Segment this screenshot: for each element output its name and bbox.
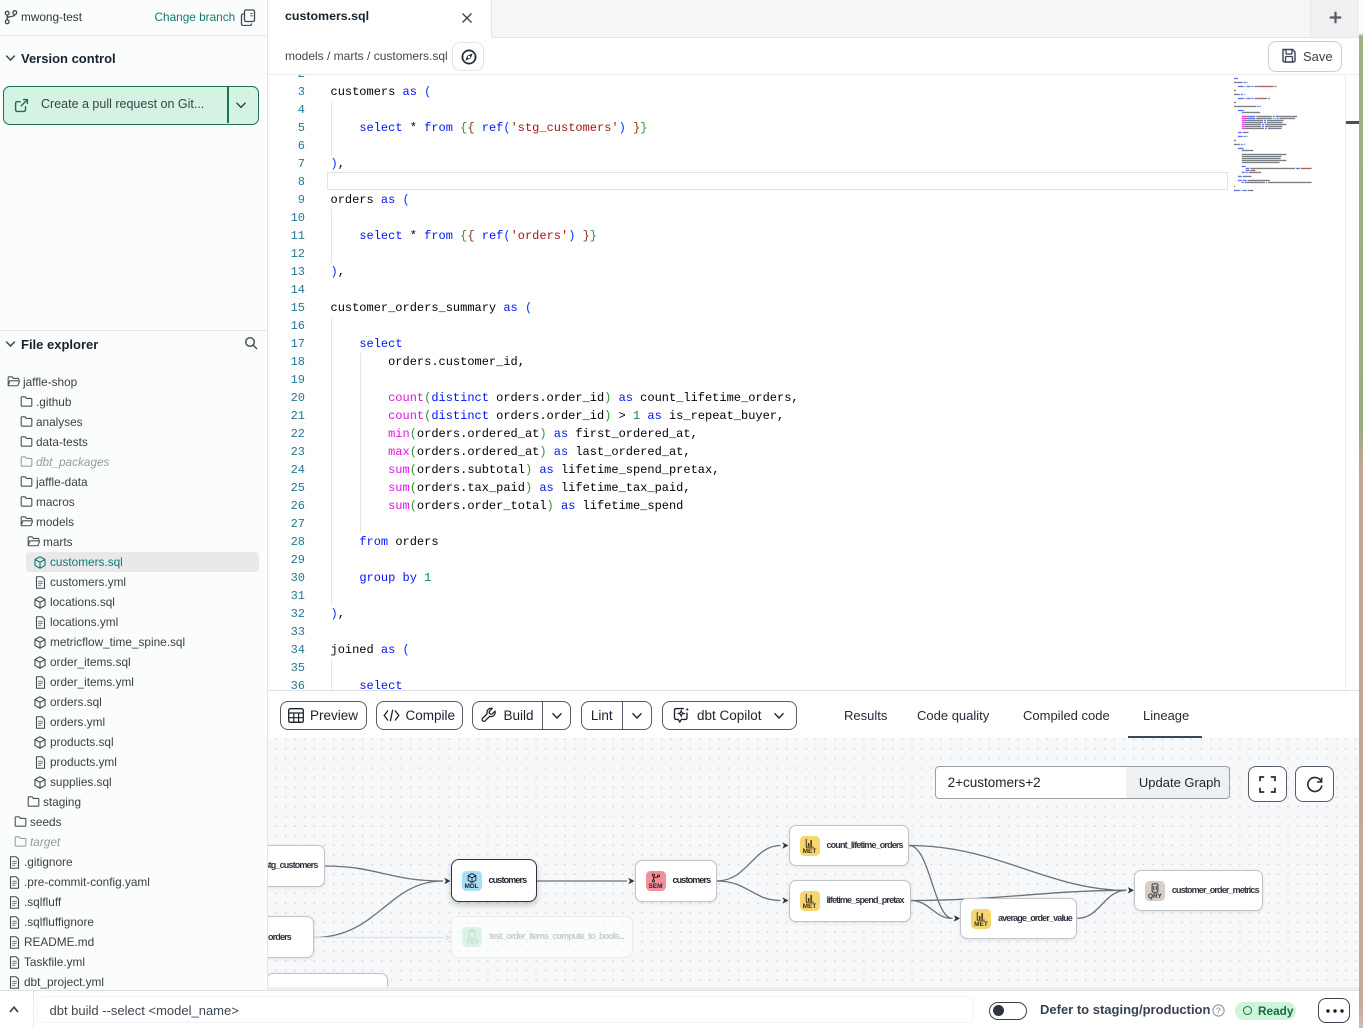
svg-text:?: ? bbox=[1216, 1005, 1221, 1015]
